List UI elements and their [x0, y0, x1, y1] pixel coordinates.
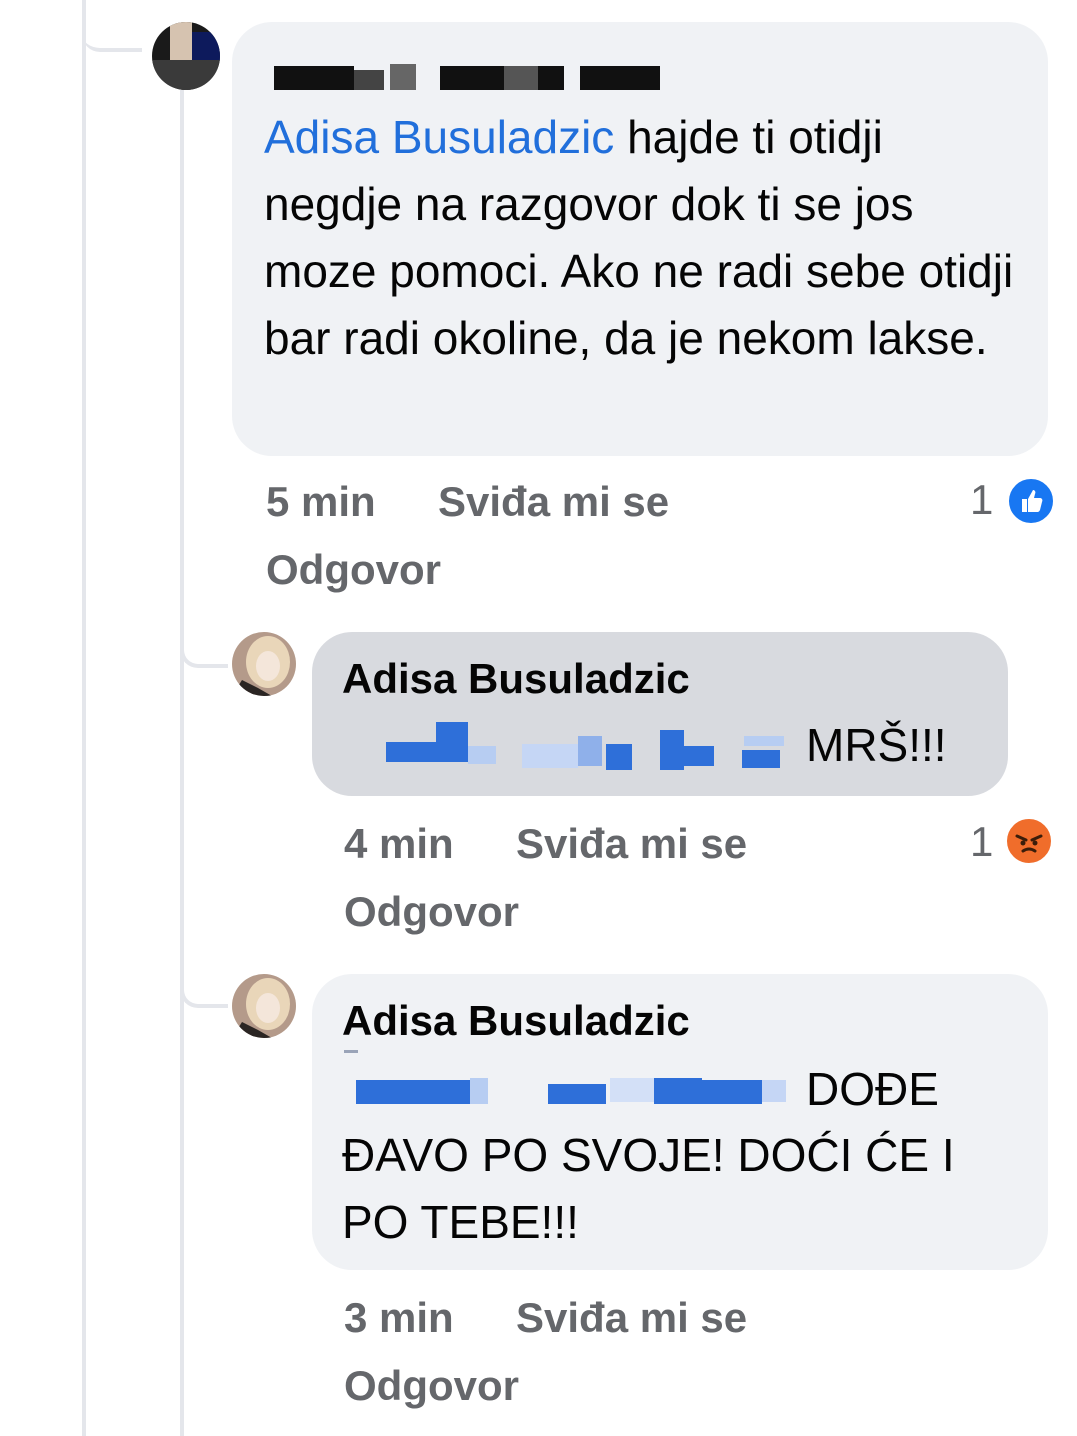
angry-face-icon [1015, 834, 1043, 853]
avatar-censor-block [192, 32, 220, 62]
reply-button[interactable]: Odgovor [344, 888, 519, 936]
comment-text: ĐAVO PO SVOJE! DOĆI ĆE I PO TEBE!!! [342, 1129, 955, 1248]
comment-author[interactable]: Adisa Busuladzic [342, 656, 690, 702]
thumbs-up-icon [1022, 490, 1043, 512]
comment-text: Adisa Busuladzic hajde ti otidji negdje … [264, 104, 1024, 372]
censored-text [342, 1050, 802, 1114]
like-button[interactable]: Sviđa mi se [438, 478, 669, 526]
avatar-censor-block [170, 22, 192, 60]
comment-time[interactable]: 3 min [344, 1294, 454, 1342]
avatar-photo [232, 974, 296, 1038]
author-name-redacted[interactable] [274, 62, 664, 90]
avatar[interactable] [232, 632, 296, 696]
avatar[interactable] [152, 22, 220, 90]
reply-connector-2 [180, 940, 228, 1008]
avatar-photo [232, 632, 296, 696]
comment-author[interactable]: Adisa Busuladzic [342, 998, 690, 1044]
reaction-count[interactable]: 1 [970, 476, 993, 524]
like-icon[interactable] [1006, 476, 1056, 526]
comment-time[interactable]: 4 min [344, 820, 454, 868]
comment-time[interactable]: 5 min [266, 478, 376, 526]
censored-text [342, 718, 802, 774]
reply-button[interactable]: Odgovor [266, 546, 441, 594]
reply-button[interactable]: Odgovor [344, 1362, 519, 1410]
like-button[interactable]: Sviđa mi se [516, 820, 747, 868]
avatar[interactable] [232, 974, 296, 1038]
angry-icon[interactable] [1004, 816, 1054, 866]
comment-text: MRŠ!!! [806, 719, 947, 771]
thread-connector [82, 0, 142, 52]
thread-line-outer [82, 0, 86, 1436]
like-button[interactable]: Sviđa mi se [516, 1294, 747, 1342]
mention-link[interactable]: Adisa Busuladzic [264, 111, 614, 163]
reaction-count[interactable]: 1 [970, 818, 993, 866]
avatar-censor-block [152, 60, 220, 90]
reply-connector-1 [180, 600, 228, 668]
comment-text-line1: DOĐE [806, 1063, 939, 1115]
thread-line-inner [180, 90, 184, 1436]
